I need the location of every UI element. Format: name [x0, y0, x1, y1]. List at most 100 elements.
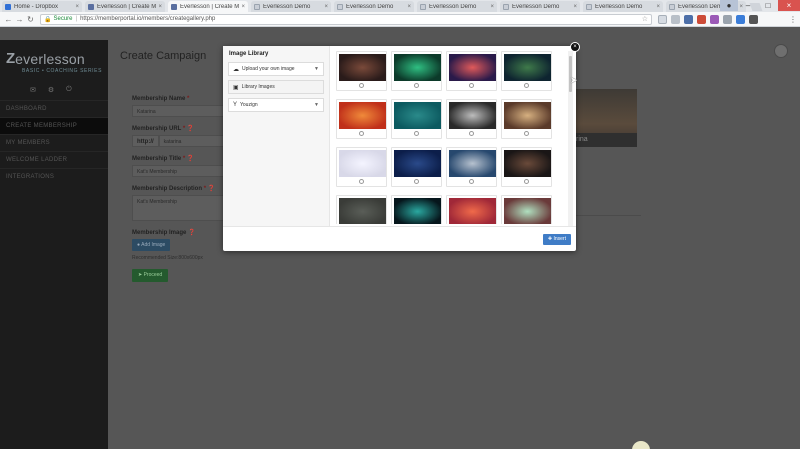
image-thumbnail[interactable]: [394, 150, 441, 177]
extension-icon[interactable]: [723, 14, 732, 24]
gear-icon[interactable]: ⚙: [48, 86, 54, 100]
bookmark-star-icon[interactable]: ☆: [642, 15, 648, 23]
image-thumbnail[interactable]: [449, 102, 496, 129]
app-logo[interactable]: Zeverlesson BASIC • COACHING SERIES: [0, 40, 108, 80]
image-select-radio[interactable]: [524, 179, 529, 184]
help-icon[interactable]: ❓: [187, 126, 194, 132]
youzign-filter-dropdown[interactable]: Y Youzign ▼: [228, 98, 324, 112]
sidebar-item-my-members[interactable]: My Members: [0, 134, 108, 151]
image-select-radio[interactable]: [359, 83, 364, 88]
browser-tab[interactable]: Everlesson Demo ×: [500, 1, 580, 12]
extension-icon[interactable]: [710, 14, 719, 24]
library-image-option[interactable]: [336, 147, 387, 187]
image-select-radio[interactable]: [414, 131, 419, 136]
help-icon[interactable]: ❓: [208, 186, 215, 192]
library-image-option[interactable]: [336, 51, 387, 91]
insert-button[interactable]: ✚ Insert: [542, 234, 571, 245]
image-thumbnail[interactable]: [449, 54, 496, 81]
maximize-button[interactable]: □: [758, 0, 778, 11]
library-image-option[interactable]: [391, 195, 442, 224]
browser-tab[interactable]: Everlesson | Create M ×: [168, 1, 248, 12]
image-select-radio[interactable]: [414, 83, 419, 88]
library-image-option[interactable]: [501, 147, 552, 187]
browser-tab[interactable]: Everlesson Demo ×: [334, 1, 414, 12]
image-thumbnail[interactable]: [504, 54, 551, 81]
extension-icon[interactable]: [671, 14, 680, 24]
sidebar-item-create-membership[interactable]: Create Membership: [0, 117, 108, 134]
address-bar[interactable]: 🔒 Secure | https://memberportal.io/membe…: [40, 13, 652, 25]
library-image-option[interactable]: [446, 195, 497, 224]
extension-icon[interactable]: [749, 14, 758, 24]
library-image-option[interactable]: [446, 51, 497, 91]
sidebar-item-welcome-ladder[interactable]: Welcome Ladder: [0, 151, 108, 168]
close-window-button[interactable]: ×: [778, 0, 800, 11]
sidebar-item-dashboard[interactable]: Dashboard: [0, 100, 108, 117]
library-image-option[interactable]: [336, 195, 387, 224]
library-image-option[interactable]: [446, 147, 497, 187]
power-icon[interactable]: ⏻: [66, 86, 72, 100]
image-thumbnail[interactable]: [394, 198, 441, 224]
image-select-radio[interactable]: [524, 131, 529, 136]
image-thumbnail[interactable]: [449, 198, 496, 224]
library-image-option[interactable]: [391, 51, 442, 91]
image-thumbnail[interactable]: [449, 150, 496, 177]
tab-close-icon[interactable]: ×: [75, 4, 79, 10]
reload-icon[interactable]: ↻: [25, 15, 36, 24]
tab-close-icon[interactable]: ×: [490, 4, 494, 10]
browser-tab[interactable]: Everlesson Demo ×: [417, 1, 497, 12]
browser-tab[interactable]: Home - Dropbox ×: [2, 1, 82, 12]
image-select-radio[interactable]: [469, 131, 474, 136]
library-images-button[interactable]: ▣ Library Images: [228, 80, 324, 94]
image-select-radio[interactable]: [359, 131, 364, 136]
browser-tab[interactable]: Everlesson | Create Me ×: [85, 1, 165, 12]
minimize-button[interactable]: –: [738, 0, 758, 11]
library-image-option[interactable]: [446, 99, 497, 139]
tab-close-icon[interactable]: ×: [656, 4, 660, 10]
add-image-button[interactable]: ● Add Image: [132, 239, 171, 251]
image-select-radio[interactable]: [469, 83, 474, 88]
browser-tab[interactable]: Everlesson Demo ×: [251, 1, 331, 12]
close-icon[interactable]: ×: [570, 42, 580, 52]
image-select-radio[interactable]: [359, 179, 364, 184]
help-icon[interactable]: ❓: [187, 156, 194, 162]
mail-icon[interactable]: ✉: [30, 86, 36, 100]
library-image-option[interactable]: [391, 147, 442, 187]
library-image-option[interactable]: [501, 99, 552, 139]
library-image-option[interactable]: [501, 51, 552, 91]
extension-icon[interactable]: [658, 14, 667, 24]
image-select-radio[interactable]: [414, 179, 419, 184]
profile-icon[interactable]: ●: [720, 0, 738, 11]
tab-close-icon[interactable]: ×: [407, 4, 411, 10]
browser-tab[interactable]: Everlesson Demo ×: [583, 1, 663, 12]
extension-icon[interactable]: [697, 14, 706, 24]
library-image-option[interactable]: [391, 99, 442, 139]
library-image-option[interactable]: [501, 195, 552, 224]
avatar[interactable]: [774, 44, 788, 58]
image-select-radio[interactable]: [524, 83, 529, 88]
image-thumbnail[interactable]: [394, 102, 441, 129]
extension-icon[interactable]: [684, 14, 693, 24]
help-icon[interactable]: ❓: [188, 230, 195, 236]
image-select-radio[interactable]: [469, 179, 474, 184]
library-image-option[interactable]: [336, 99, 387, 139]
grid-scrollbar-thumb[interactable]: [569, 56, 572, 92]
tab-close-icon[interactable]: ×: [158, 4, 162, 10]
tab-close-icon[interactable]: ×: [573, 4, 577, 10]
image-thumbnail[interactable]: [504, 102, 551, 129]
image-thumbnail[interactable]: [339, 150, 386, 177]
forward-icon[interactable]: →: [14, 15, 25, 24]
upload-own-image-dropdown[interactable]: ☁ Upload your own image ▼: [228, 62, 324, 76]
image-thumbnail[interactable]: [339, 198, 386, 224]
tab-close-icon[interactable]: ×: [241, 4, 245, 10]
extension-icon[interactable]: [736, 14, 745, 24]
image-thumbnail[interactable]: [504, 198, 551, 224]
image-thumbnail[interactable]: [339, 102, 386, 129]
back-icon[interactable]: ←: [3, 15, 14, 24]
image-thumbnail[interactable]: [339, 54, 386, 81]
proceed-button[interactable]: ➤ Proceed: [132, 269, 169, 282]
image-thumbnail[interactable]: [394, 54, 441, 81]
sidebar-item-integrations[interactable]: Integrations: [0, 168, 108, 185]
image-thumbnail[interactable]: [504, 150, 551, 177]
browser-menu-icon[interactable]: ⋮: [789, 15, 797, 24]
tab-close-icon[interactable]: ×: [324, 4, 328, 10]
